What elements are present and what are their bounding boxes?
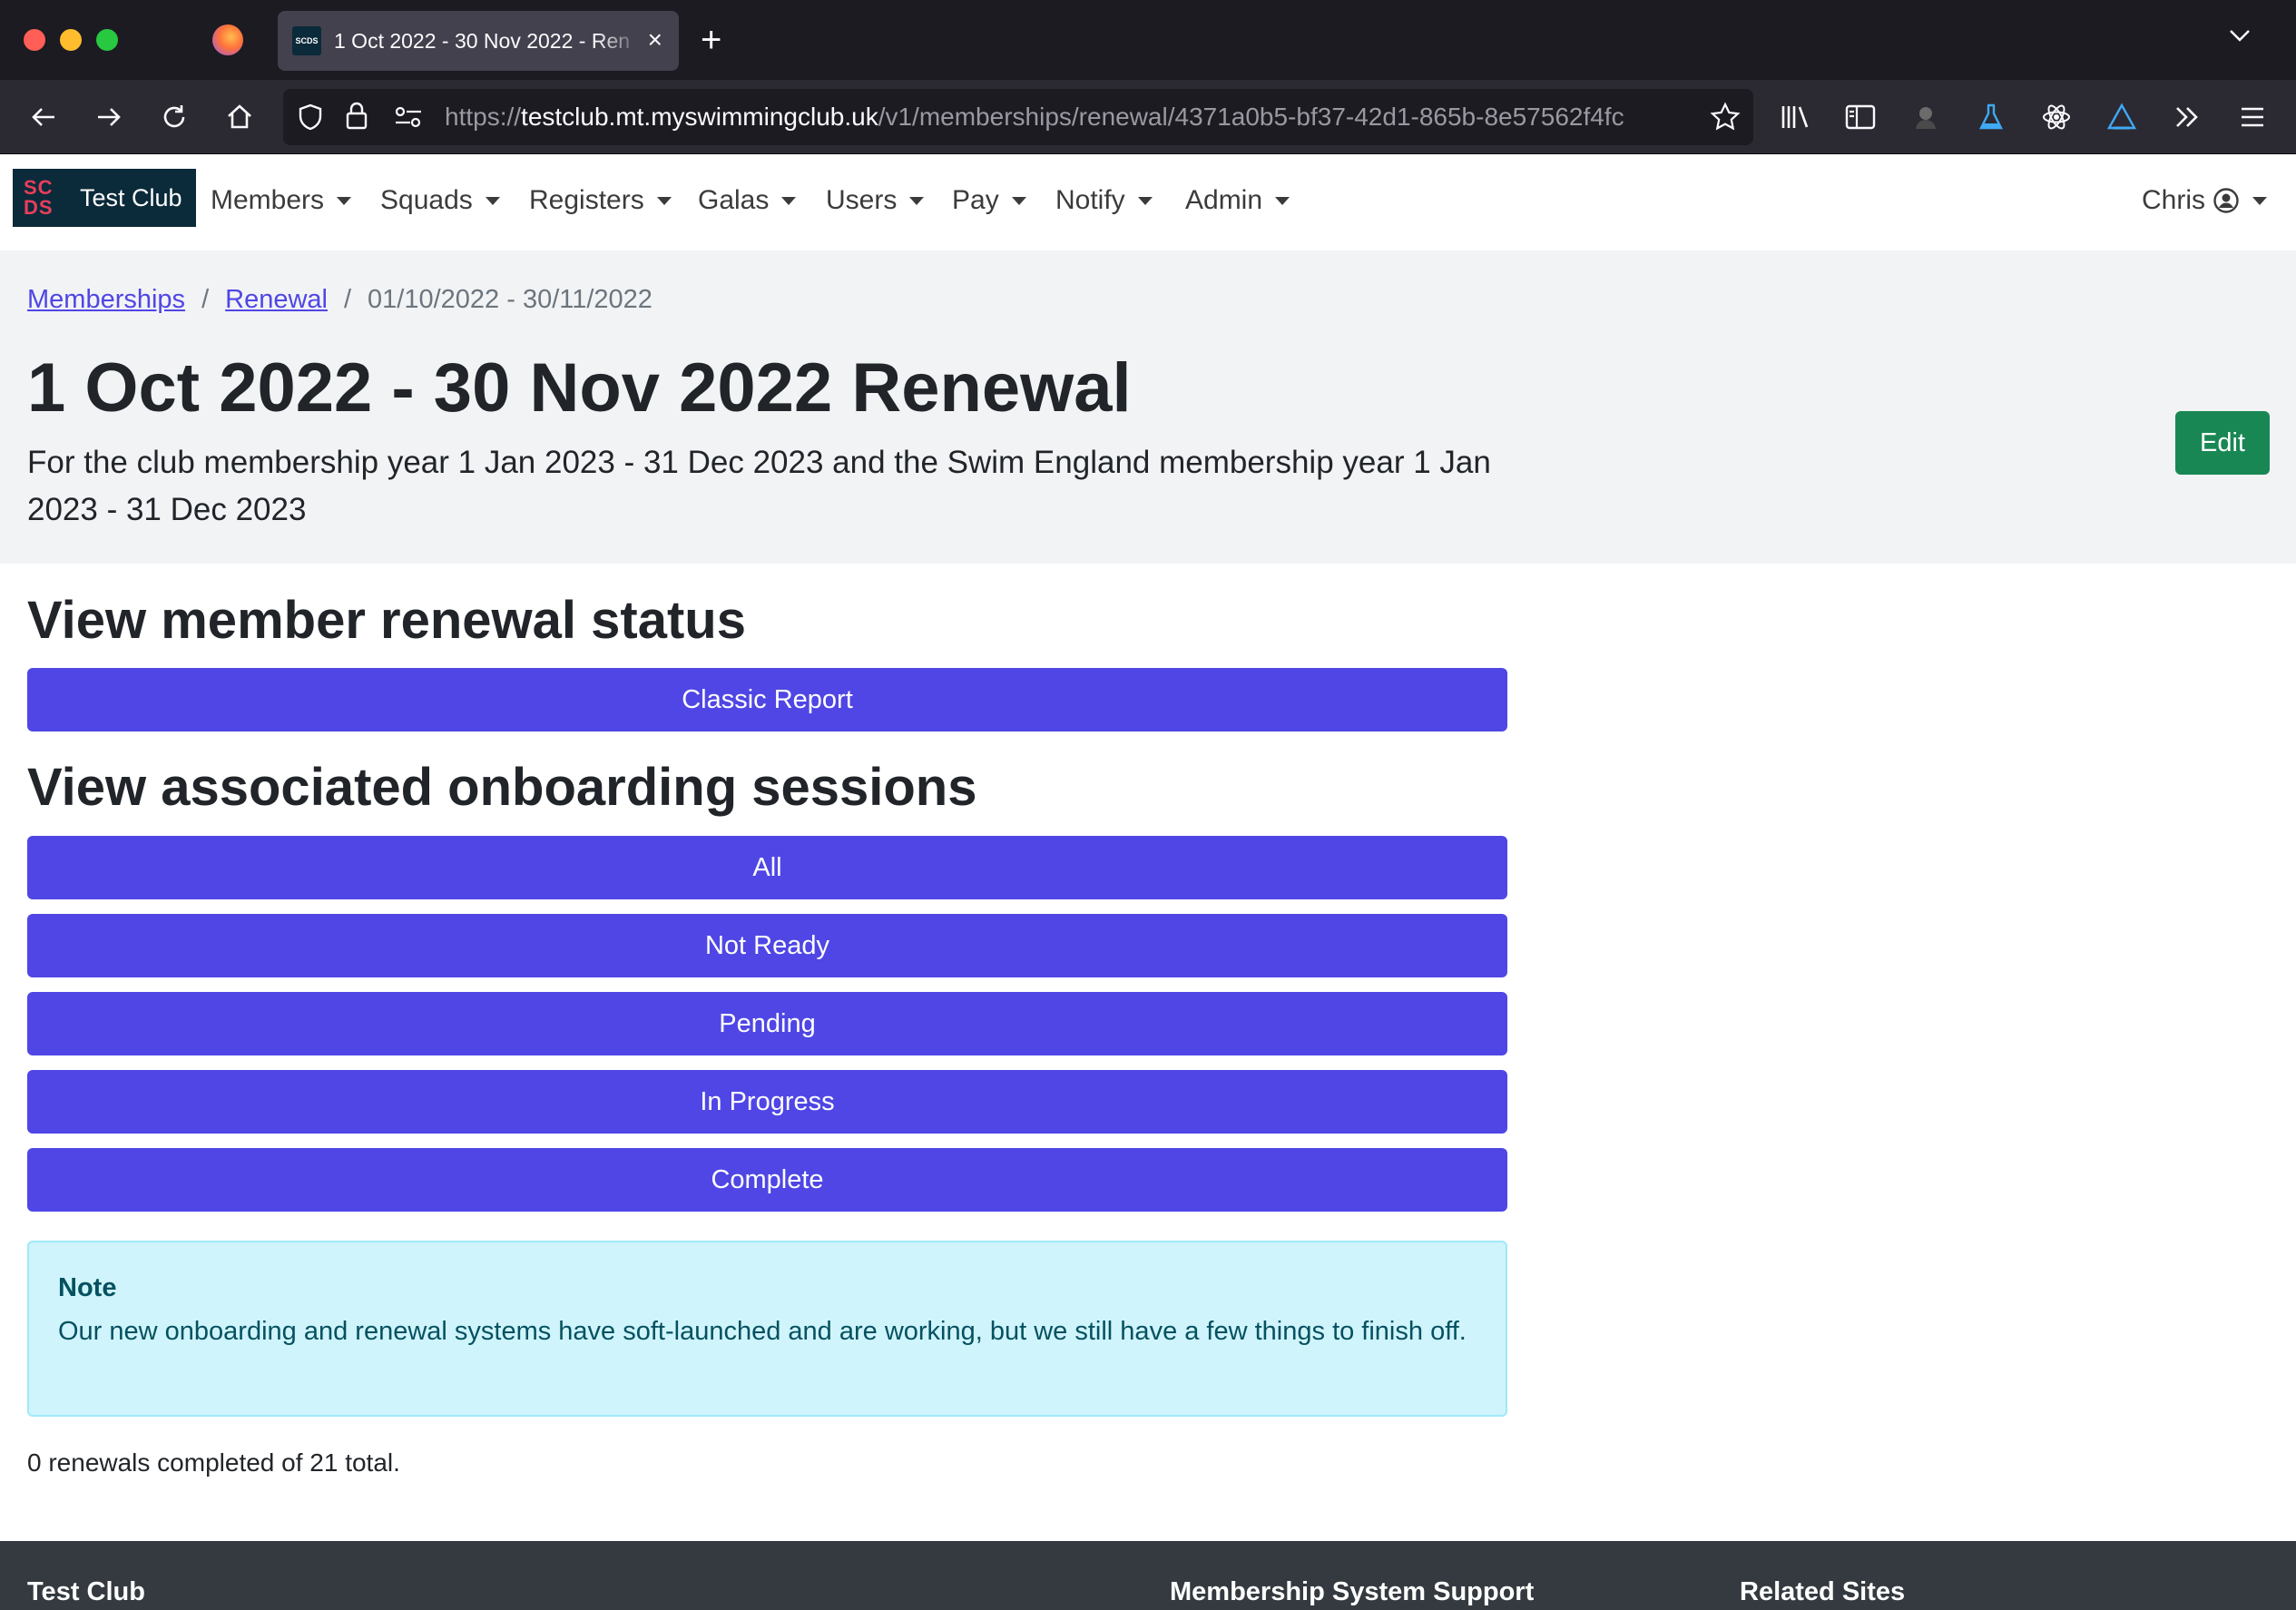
reload-button[interactable] bbox=[156, 99, 192, 135]
browser-tab-bar: SCDS 1 Oct 2022 - 30 Nov 2022 - Ren × + bbox=[0, 0, 2296, 80]
permissions-icon[interactable] bbox=[394, 104, 423, 130]
breadcrumb-separator: / bbox=[343, 285, 352, 314]
address-bar[interactable]: https://testclub.mt.myswimmingclub.uk/v1… bbox=[283, 89, 1753, 145]
page-header: Memberships / Renewal / 01/10/2022 - 30/… bbox=[0, 250, 2296, 564]
onboarding-in-progress-button[interactable]: In Progress bbox=[27, 1070, 1507, 1134]
brand-link[interactable]: SC DS Test Club bbox=[13, 169, 196, 227]
caret-down-icon bbox=[909, 196, 925, 205]
breadcrumb-current: 01/10/2022 - 30/11/2022 bbox=[368, 285, 652, 314]
note-title: Note bbox=[58, 1273, 117, 1302]
breadcrumb-memberships-link[interactable]: Memberships bbox=[27, 285, 185, 315]
nav-users[interactable]: Users bbox=[826, 185, 925, 216]
double-chevron-right-icon bbox=[2176, 107, 2198, 127]
breadcrumb: Memberships / Renewal / 01/10/2022 - 30/… bbox=[27, 285, 652, 315]
tab-title: 1 Oct 2022 - 30 Nov 2022 - Ren bbox=[334, 28, 631, 53]
nav-galas[interactable]: Galas bbox=[698, 185, 797, 216]
triangle-warning-icon bbox=[2106, 103, 2137, 130]
bookmark-star-icon[interactable] bbox=[1710, 102, 1741, 133]
nav-pay[interactable]: Pay bbox=[952, 185, 1026, 216]
onboarding-sessions-heading: View associated onboarding sessions bbox=[27, 758, 977, 817]
nav-notify[interactable]: Notify bbox=[1055, 185, 1153, 216]
site-navbar: SC DS Test Club Members Squads Registers … bbox=[0, 154, 2296, 250]
new-tab-button[interactable]: + bbox=[701, 20, 721, 60]
caret-down-icon bbox=[781, 196, 797, 205]
shield-icon[interactable] bbox=[296, 103, 325, 132]
reload-icon bbox=[163, 105, 185, 128]
react-atom-icon bbox=[2043, 104, 2070, 130]
extension-button-4[interactable] bbox=[2104, 99, 2140, 135]
page-title: 1 Oct 2022 - 30 Nov 2022 Renewal bbox=[27, 349, 1132, 427]
user-menu[interactable]: Chris bbox=[2142, 185, 2267, 216]
arrow-right-icon bbox=[98, 108, 121, 126]
info-note: Note Our new onboarding and renewal syst… bbox=[27, 1241, 1507, 1417]
footer-club-heading: Test Club bbox=[27, 1577, 145, 1606]
nav-registers[interactable]: Registers bbox=[529, 185, 672, 216]
home-icon bbox=[228, 104, 251, 129]
close-tab-icon[interactable]: × bbox=[648, 26, 662, 54]
caret-down-icon bbox=[2252, 196, 2267, 205]
sidebar-button[interactable] bbox=[1842, 99, 1879, 135]
extension-button-3[interactable] bbox=[2038, 99, 2075, 135]
nav-members[interactable]: Members bbox=[211, 185, 352, 216]
more-tools-button[interactable] bbox=[2169, 99, 2205, 135]
hamburger-menu-icon bbox=[2242, 107, 2263, 127]
extension-avatar-icon bbox=[1916, 107, 1936, 129]
minimize-window-button[interactable] bbox=[60, 29, 82, 51]
close-window-button[interactable] bbox=[24, 29, 45, 51]
onboarding-complete-button[interactable]: Complete bbox=[27, 1148, 1507, 1212]
footer-support-heading: Membership System Support bbox=[1170, 1577, 1535, 1606]
onboarding-all-button[interactable]: All bbox=[27, 836, 1507, 899]
extension-button-2[interactable] bbox=[1973, 99, 2009, 135]
home-button[interactable] bbox=[221, 99, 258, 135]
browser-toolbar: https://testclub.mt.myswimmingclub.uk/v1… bbox=[0, 80, 2296, 154]
note-text: Our new onboarding and renewal systems h… bbox=[58, 1317, 1467, 1346]
flask-icon bbox=[1979, 103, 2003, 130]
edit-button[interactable]: Edit bbox=[2175, 411, 2270, 475]
onboarding-pending-button[interactable]: Pending bbox=[27, 992, 1507, 1055]
url-text[interactable]: https://testclub.mt.myswimmingclub.uk/v1… bbox=[445, 103, 1706, 132]
footer-related-heading: Related Sites bbox=[1740, 1577, 1906, 1606]
app-menu-button[interactable] bbox=[2234, 99, 2271, 135]
caret-down-icon bbox=[1275, 196, 1290, 205]
classic-report-button[interactable]: Classic Report bbox=[27, 668, 1507, 731]
lock-icon[interactable] bbox=[343, 101, 370, 132]
arrow-left-icon bbox=[32, 108, 54, 126]
breadcrumb-separator: / bbox=[201, 285, 210, 314]
page-subtitle: For the club membership year 1 Jan 2023 … bbox=[27, 445, 1491, 527]
renewal-summary: 0 renewals completed of 21 total. bbox=[27, 1448, 400, 1477]
library-button[interactable] bbox=[1777, 99, 1813, 135]
breadcrumb-renewal-link[interactable]: Renewal bbox=[225, 285, 328, 315]
chevron-down-icon bbox=[2230, 30, 2250, 42]
caret-down-icon bbox=[485, 196, 500, 205]
extension-button-1[interactable] bbox=[1908, 99, 1944, 135]
back-button[interactable] bbox=[25, 99, 62, 135]
sidebar-icon bbox=[1845, 104, 1876, 130]
scds-logo: SC DS bbox=[24, 176, 54, 219]
zoom-window-button[interactable] bbox=[96, 29, 118, 51]
caret-down-icon bbox=[1137, 196, 1153, 205]
browser-tab-active[interactable]: SCDS 1 Oct 2022 - 30 Nov 2022 - Ren × bbox=[278, 11, 679, 71]
list-all-tabs-button[interactable] bbox=[2227, 22, 2252, 52]
site-favicon-icon: SCDS bbox=[292, 26, 321, 55]
site-footer: Test Club Membership System Support Rela… bbox=[0, 1541, 2296, 1610]
caret-down-icon bbox=[337, 196, 352, 205]
caret-down-icon bbox=[1011, 196, 1026, 205]
forward-button[interactable] bbox=[91, 99, 127, 135]
library-icon bbox=[1781, 106, 1809, 128]
nav-squads[interactable]: Squads bbox=[380, 185, 500, 216]
brand-name: Test Club bbox=[80, 183, 182, 211]
nav-admin[interactable]: Admin bbox=[1185, 185, 1290, 216]
user-circle-icon bbox=[2213, 188, 2239, 213]
onboarding-not-ready-button[interactable]: Not Ready bbox=[27, 914, 1507, 977]
caret-down-icon bbox=[656, 196, 672, 205]
renewal-status-heading: View member renewal status bbox=[27, 591, 746, 650]
firefox-icon bbox=[212, 25, 243, 55]
